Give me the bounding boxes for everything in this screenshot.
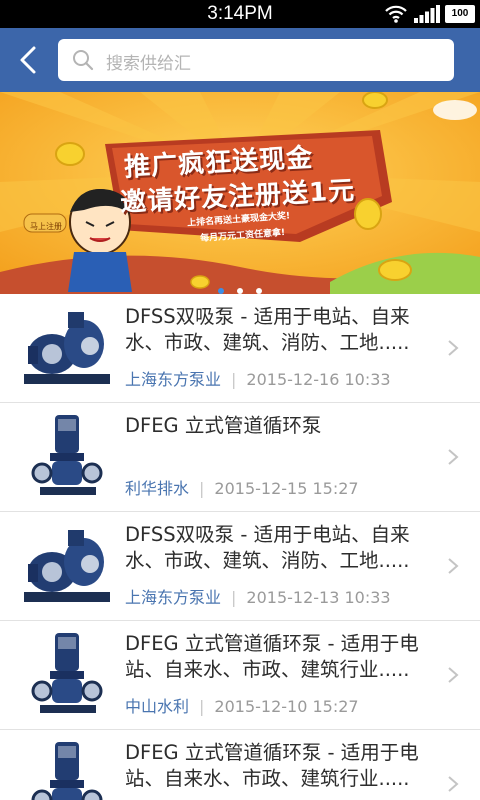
banner-register-tag[interactable]: 马上注册 — [30, 221, 62, 232]
chevron-right-icon — [448, 776, 459, 792]
vertical-pipeline-pump-thumbnail — [31, 415, 103, 495]
vertical-pipeline-pump-thumbnail — [31, 742, 103, 800]
item-title: DFEG 立式管道循环泵 - 适用于电站、自来水、市政、建筑行业..... — [125, 632, 419, 681]
item-title: DFEG 立式管道循环泵 - 适用于电站、自来水、市政、建筑行业..... — [125, 741, 419, 790]
back-icon[interactable] — [12, 42, 46, 78]
meta-divider: | — [231, 370, 237, 389]
carousel-indicator[interactable] — [0, 279, 480, 294]
signal-icon — [414, 5, 440, 23]
chevron-right-icon — [448, 340, 459, 356]
promo-banner[interactable]: 推广疯狂送现金 邀请好友注册送1元 上排名再送土豪现金大奖! 每月万元工资任意拿… — [0, 92, 480, 294]
status-time: 3:14PM — [207, 3, 273, 24]
item-title: DFSS双吸泵 - 适用于电站、自来水、市政、建筑、消防、工地..... — [125, 523, 410, 572]
list-item[interactable]: DFSS双吸泵 - 适用于电站、自来水、市政、建筑、消防、工地..... 上海东… — [0, 512, 480, 621]
search-input[interactable]: 搜索供给汇 — [58, 39, 454, 81]
item-date: 2015-12-15 15:27 — [214, 479, 359, 498]
item-meta: 上海东方泵业 | 2015-12-16 10:33 — [125, 366, 391, 390]
chevron-right-icon — [448, 667, 459, 683]
item-supplier[interactable]: 上海东方泵业 — [125, 370, 221, 389]
header-bar: 搜索供给汇 — [0, 28, 480, 92]
meta-divider: | — [199, 697, 205, 716]
list-item[interactable]: DFEG 立式管道循环泵 利华排水 | 2015-12-15 15:27 — [0, 403, 480, 512]
wifi-icon — [385, 5, 407, 23]
item-meta: 利华排水 | 2015-12-15 15:27 — [125, 475, 359, 499]
item-supplier[interactable]: 利华排水 — [125, 479, 189, 498]
double-suction-pump-thumbnail — [24, 312, 110, 384]
item-title: DFSS双吸泵 - 适用于电站、自来水、市政、建筑、消防、工地..... — [125, 305, 410, 354]
list-item[interactable]: DFEG 立式管道循环泵 - 适用于电站、自来水、市政、建筑行业..... — [0, 730, 480, 800]
list-item[interactable]: DFEG 立式管道循环泵 - 适用于电站、自来水、市政、建筑行业..... 中山… — [0, 621, 480, 730]
chevron-right-icon — [448, 558, 459, 574]
list-item[interactable]: DFSS双吸泵 - 适用于电站、自来水、市政、建筑、消防、工地..... 上海东… — [0, 294, 480, 403]
chevron-right-icon — [448, 449, 459, 465]
item-supplier[interactable]: 上海东方泵业 — [125, 588, 221, 607]
battery-icon: 100 — [445, 5, 475, 23]
item-date: 2015-12-10 15:27 — [214, 697, 359, 716]
vertical-pipeline-pump-thumbnail — [31, 633, 103, 713]
product-list: DFSS双吸泵 - 适用于电站、自来水、市政、建筑、消防、工地..... 上海东… — [0, 294, 480, 800]
item-date: 2015-12-13 10:33 — [246, 588, 391, 607]
item-date: 2015-12-16 10:33 — [246, 370, 391, 389]
meta-divider: | — [231, 588, 237, 607]
double-suction-pump-thumbnail — [24, 530, 110, 602]
item-meta: 上海东方泵业 | 2015-12-13 10:33 — [125, 584, 391, 608]
search-placeholder: 搜索供给汇 — [106, 54, 191, 74]
search-icon — [73, 50, 94, 71]
item-meta: 中山水利 | 2015-12-10 15:27 — [125, 693, 359, 717]
status-bar: 3:14PM 100 — [0, 0, 480, 28]
item-supplier[interactable]: 中山水利 — [125, 697, 189, 716]
item-title: DFEG 立式管道循环泵 — [125, 414, 322, 437]
meta-divider: | — [199, 479, 205, 498]
